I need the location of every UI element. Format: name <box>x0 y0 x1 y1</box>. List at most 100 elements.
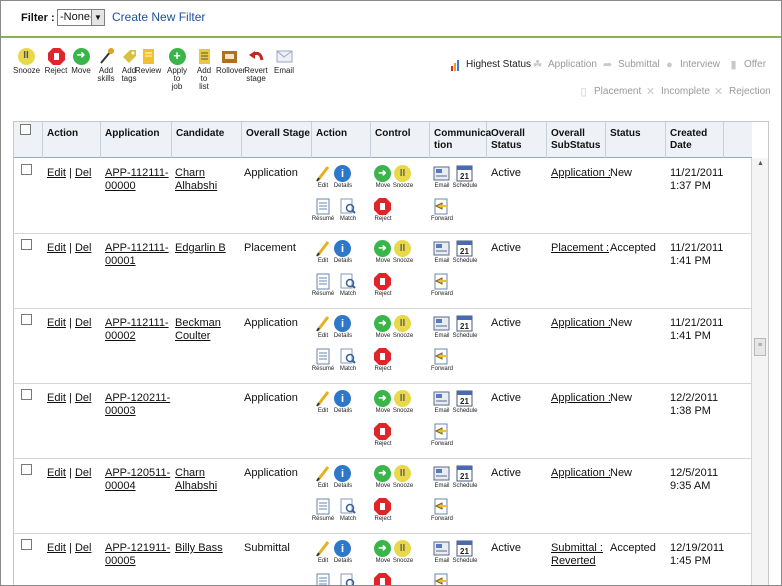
edit-link[interactable]: Edit <box>47 167 66 179</box>
delete-link[interactable]: Del <box>75 392 92 404</box>
edit-link[interactable]: Edit <box>47 242 66 254</box>
email-icon[interactable] <box>433 165 450 182</box>
info-icon[interactable]: i <box>334 165 351 182</box>
add-to-list-button[interactable]: Add to list <box>191 47 217 91</box>
move-button[interactable]: ➜ Move <box>68 47 94 75</box>
move-icon[interactable]: ➜ <box>374 540 391 557</box>
reject-icon[interactable] <box>374 348 391 365</box>
candidate-link[interactable]: Edgarlin B <box>175 242 226 255</box>
resume-icon[interactable] <box>314 273 331 290</box>
application-id-link[interactable]: APP-120511- 00004 <box>105 467 170 493</box>
email-icon[interactable] <box>433 315 450 332</box>
move-icon[interactable]: ➜ <box>374 165 391 182</box>
pencil-icon[interactable] <box>314 390 331 407</box>
row-checkbox[interactable] <box>21 239 32 250</box>
snooze-icon[interactable]: II <box>394 465 411 482</box>
row-checkbox[interactable] <box>21 164 32 175</box>
email-icon[interactable] <box>433 465 450 482</box>
application-id-link[interactable]: APP-121911- 00005 <box>105 542 170 568</box>
table-row[interactable]: Edit | Del APP-112111- 00001 Edgarlin B Plac… <box>14 234 752 309</box>
edit-link[interactable]: Edit <box>47 542 66 554</box>
application-id-link[interactable]: APP-112111- 00000 <box>105 167 169 193</box>
header-application[interactable]: Application <box>101 122 172 158</box>
edit-link[interactable]: Edit <box>47 467 66 479</box>
scroll-thumb[interactable]: ≡ <box>754 338 766 356</box>
info-icon[interactable]: i <box>334 540 351 557</box>
pencil-icon[interactable] <box>314 540 331 557</box>
reject-icon[interactable] <box>374 498 391 515</box>
header-overall-substatus[interactable]: Overall SubStatus <box>547 122 606 158</box>
forward-icon[interactable] <box>433 498 450 515</box>
delete-link[interactable]: Del <box>75 317 92 329</box>
pencil-icon[interactable] <box>314 315 331 332</box>
snooze-icon[interactable]: II <box>394 315 411 332</box>
move-icon[interactable]: ➜ <box>374 390 391 407</box>
info-icon[interactable]: i <box>334 315 351 332</box>
row-checkbox[interactable] <box>21 464 32 475</box>
forward-icon[interactable] <box>433 423 450 440</box>
resume-icon[interactable] <box>314 198 331 215</box>
snooze-icon[interactable]: II <box>394 540 411 557</box>
application-id-link[interactable]: APP-120211- 00003 <box>105 392 170 418</box>
header-action-icons[interactable]: Action <box>312 122 371 158</box>
application-id-link[interactable]: APP-112111- 00001 <box>105 242 169 268</box>
header-overall-stage[interactable]: Overall Stage <box>242 122 312 158</box>
reject-icon[interactable] <box>374 273 391 290</box>
info-icon[interactable]: i <box>334 465 351 482</box>
header-control[interactable]: Control <box>371 122 430 158</box>
vertical-scrollbar[interactable]: ▲ ≡ <box>751 158 768 585</box>
delete-link[interactable]: Del <box>75 167 92 179</box>
header-overall-status[interactable]: Overall Status <box>487 122 547 158</box>
overall-substatus-link[interactable]: Placement : <box>551 242 609 255</box>
reject-icon[interactable] <box>374 573 391 585</box>
info-icon[interactable]: i <box>334 390 351 407</box>
row-checkbox[interactable] <box>21 389 32 400</box>
candidate-link[interactable]: Charn Alhabshi <box>175 167 217 193</box>
edit-link[interactable]: Edit <box>47 392 66 404</box>
header-created-date[interactable]: Created Date <box>666 122 724 158</box>
snooze-button[interactable]: II Snooze <box>13 47 40 75</box>
pencil-icon[interactable] <box>314 240 331 257</box>
pencil-icon[interactable] <box>314 465 331 482</box>
match-icon[interactable] <box>339 198 356 215</box>
revert-stage-button[interactable]: Revert stage <box>243 47 269 83</box>
rollover-button[interactable]: Rollover <box>216 47 245 75</box>
header-candidate[interactable]: Candidate <box>172 122 242 158</box>
table-row[interactable]: Edit | Del APP-112111- 00002 Beckman Coulter… <box>14 309 752 384</box>
calendar-icon[interactable]: 21 <box>456 165 473 182</box>
create-new-filter-link[interactable]: Create New Filter <box>112 10 205 24</box>
snooze-icon[interactable]: II <box>394 390 411 407</box>
email-icon[interactable] <box>433 540 450 557</box>
move-icon[interactable]: ➜ <box>374 315 391 332</box>
pencil-icon[interactable] <box>314 165 331 182</box>
snooze-icon[interactable]: II <box>394 165 411 182</box>
calendar-icon[interactable]: 21 <box>456 390 473 407</box>
email-button[interactable]: Email <box>271 47 297 75</box>
overall-substatus-link[interactable]: Application : <box>551 467 611 480</box>
calendar-icon[interactable]: 21 <box>456 540 473 557</box>
chevron-down-icon[interactable]: ▼ <box>91 10 104 25</box>
match-icon[interactable] <box>339 498 356 515</box>
reject-button[interactable]: Reject <box>43 47 69 75</box>
resume-icon[interactable] <box>314 498 331 515</box>
table-row[interactable]: Edit | Del APP-120511- 00004 Charn Alhabshi A… <box>14 459 752 534</box>
delete-link[interactable]: Del <box>75 242 92 254</box>
table-row[interactable]: Edit | Del APP-112111- 00000 Charn Alhabshi A… <box>14 159 752 234</box>
email-icon[interactable] <box>433 390 450 407</box>
table-row[interactable]: Edit | Del APP-120211- 00003 Application Edi… <box>14 384 752 459</box>
forward-icon[interactable] <box>433 198 450 215</box>
match-icon[interactable] <box>339 573 356 585</box>
move-icon[interactable]: ➜ <box>374 240 391 257</box>
candidate-link[interactable]: Beckman Coulter <box>175 317 221 343</box>
calendar-icon[interactable]: 21 <box>456 240 473 257</box>
forward-icon[interactable] <box>433 273 450 290</box>
candidate-link[interactable]: Charn Alhabshi <box>175 467 217 493</box>
match-icon[interactable] <box>339 273 356 290</box>
forward-icon[interactable] <box>433 573 450 585</box>
header-communication[interactable]: Communica tion <box>430 122 491 158</box>
review-button[interactable]: Review <box>135 47 161 75</box>
email-icon[interactable] <box>433 240 450 257</box>
edit-link[interactable]: Edit <box>47 317 66 329</box>
match-icon[interactable] <box>339 348 356 365</box>
reject-icon[interactable] <box>374 423 391 440</box>
